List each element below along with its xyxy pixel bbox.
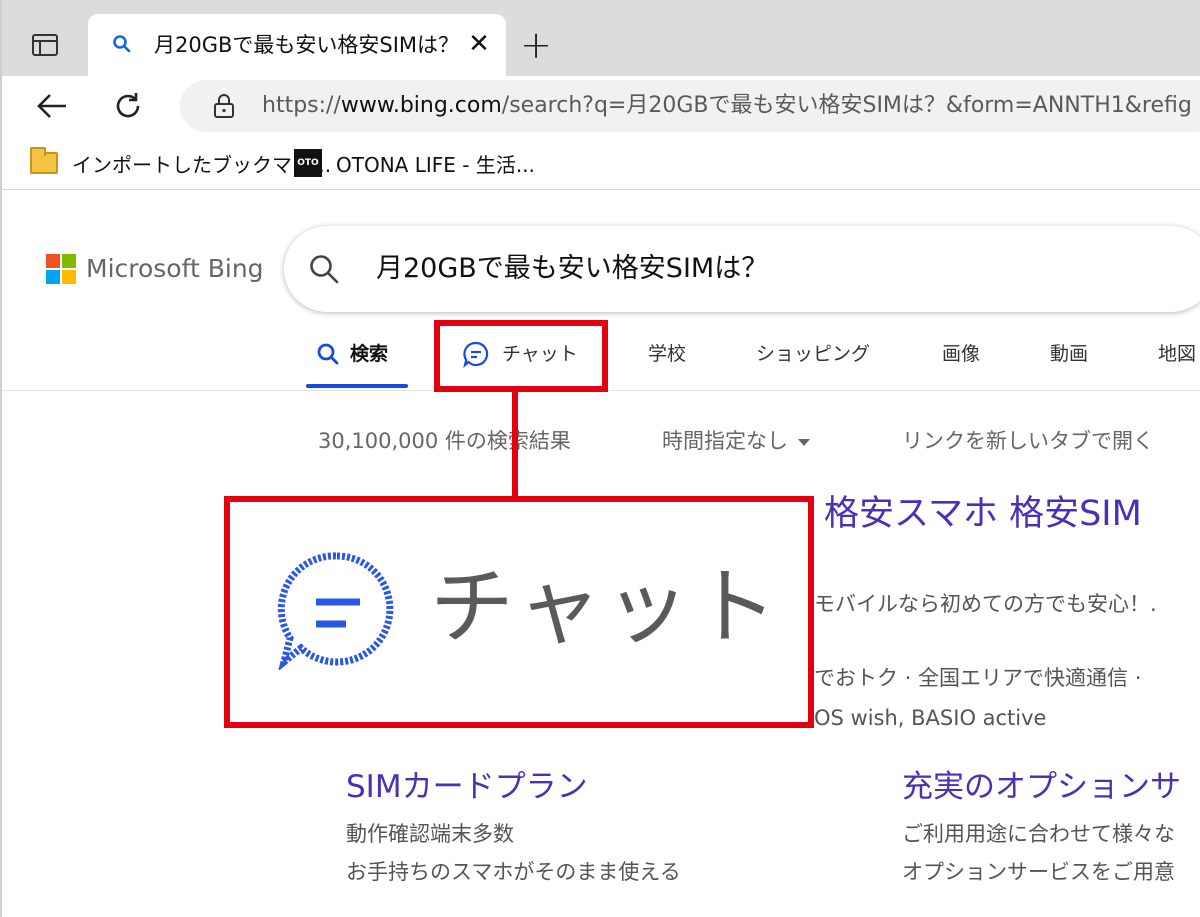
chat-zoom-callout: チャット — [224, 496, 814, 728]
tab-school[interactable]: 学校 — [648, 338, 686, 370]
time-filter-label: 時間指定なし — [662, 429, 788, 453]
result-title[interactable]: 格安スマホ 格安SIM — [824, 492, 1142, 536]
time-filter-dropdown[interactable]: 時間指定なし — [662, 424, 810, 458]
browser-nav-bar: https://www.bing.com/search?q=月20GBで最も安い… — [2, 76, 1200, 136]
bing-brand[interactable]: Microsoft Bing — [86, 252, 264, 286]
otona-life-icon: OTO — [294, 149, 322, 177]
result-snippet: モバイルなら初めての方でも安心！. — [814, 592, 1157, 616]
back-arrow-icon — [37, 94, 66, 118]
result-snippet: OS wish, BASIO active — [814, 706, 1047, 730]
callout-connector — [512, 392, 518, 496]
screenshot-root: 月20GBで最も安い格安SIMは？ - ﾃ ✕ + https://www.b — [0, 0, 1200, 917]
lock-icon[interactable] — [212, 93, 236, 119]
chat-icon — [277, 552, 394, 670]
bookmark-otona-life[interactable]: OTO OTONA LIFE - 生活... — [294, 146, 535, 180]
bookmark-label: OTONA LIFE - 生活... — [336, 152, 535, 177]
search-icon[interactable] — [308, 253, 340, 285]
microsoft-logo-icon[interactable] — [46, 254, 76, 284]
tab-shopping[interactable]: ショッピング — [756, 338, 870, 370]
search-icon — [113, 35, 131, 53]
new-tab-button[interactable]: + — [516, 26, 556, 66]
folder-icon — [30, 147, 58, 174]
sitelink-text: お手持ちのスマホがそのまま使える — [346, 860, 681, 884]
tab-images[interactable]: 画像 — [942, 338, 980, 370]
bookmark-imported[interactable]: インポートしたブックマー... — [30, 146, 331, 180]
caret-down-icon — [798, 438, 810, 446]
tab-maps[interactable]: 地図 — [1158, 338, 1196, 370]
tab-label: 検索 — [350, 343, 389, 365]
tab-actions-icon[interactable] — [32, 34, 58, 56]
address-bar[interactable]: https://www.bing.com/search?q=月20GBで最も安い… — [180, 80, 1200, 132]
active-tab-underline — [306, 384, 408, 388]
bookmarks-bar: インポートしたブックマー... OTO OTONA LIFE - 生活... — [2, 136, 1200, 190]
result-snippet: でおトク · 全国エリアで快適通信 · — [814, 666, 1142, 690]
bookmark-label: インポートしたブックマー... — [72, 152, 332, 177]
result-count: 30,100,000 件の検索結果 — [318, 429, 571, 453]
browser-tab-bar: 月20GBで最も安い格安SIMは？ - ﾃ ✕ + — [2, 0, 1200, 76]
sitelink-text: ご利用用途に合わせて様々な — [902, 822, 1175, 846]
open-new-tab-toggle[interactable]: リンクを新しいタブで開く — [902, 424, 1154, 458]
sitelink-text: オプションサービスをご用意 — [902, 860, 1175, 884]
sitelink-title[interactable]: SIMカードプラン — [346, 766, 588, 808]
zoom-chat-label: チャット — [430, 558, 782, 656]
tab-videos[interactable]: 動画 — [1050, 338, 1088, 370]
address-url: https://www.bing.com/search?q=月20GBで最も安い… — [262, 93, 1192, 118]
back-button[interactable] — [32, 86, 72, 126]
tab-close-button[interactable]: ✕ — [466, 31, 492, 57]
refresh-button[interactable] — [108, 86, 148, 126]
search-icon — [317, 343, 339, 365]
search-box[interactable]: 月20GBで最も安い格安SIMは？ — [284, 226, 1200, 312]
tab-title: 月20GBで最も安い格安SIMは？ - ﾃ — [154, 33, 454, 57]
sitelink-text: 動作確認端末多数 — [346, 822, 514, 846]
tab-search[interactable]: 検索 — [316, 338, 388, 370]
chat-highlight-box — [434, 320, 608, 392]
refresh-icon — [116, 93, 140, 118]
browser-tab[interactable]: 月20GBで最も安い格安SIMは？ - ﾃ ✕ — [88, 14, 506, 76]
sitelink-title[interactable]: 充実のオプションサ — [902, 766, 1181, 808]
search-query[interactable]: 月20GBで最も安い格安SIMは？ — [376, 250, 1176, 288]
